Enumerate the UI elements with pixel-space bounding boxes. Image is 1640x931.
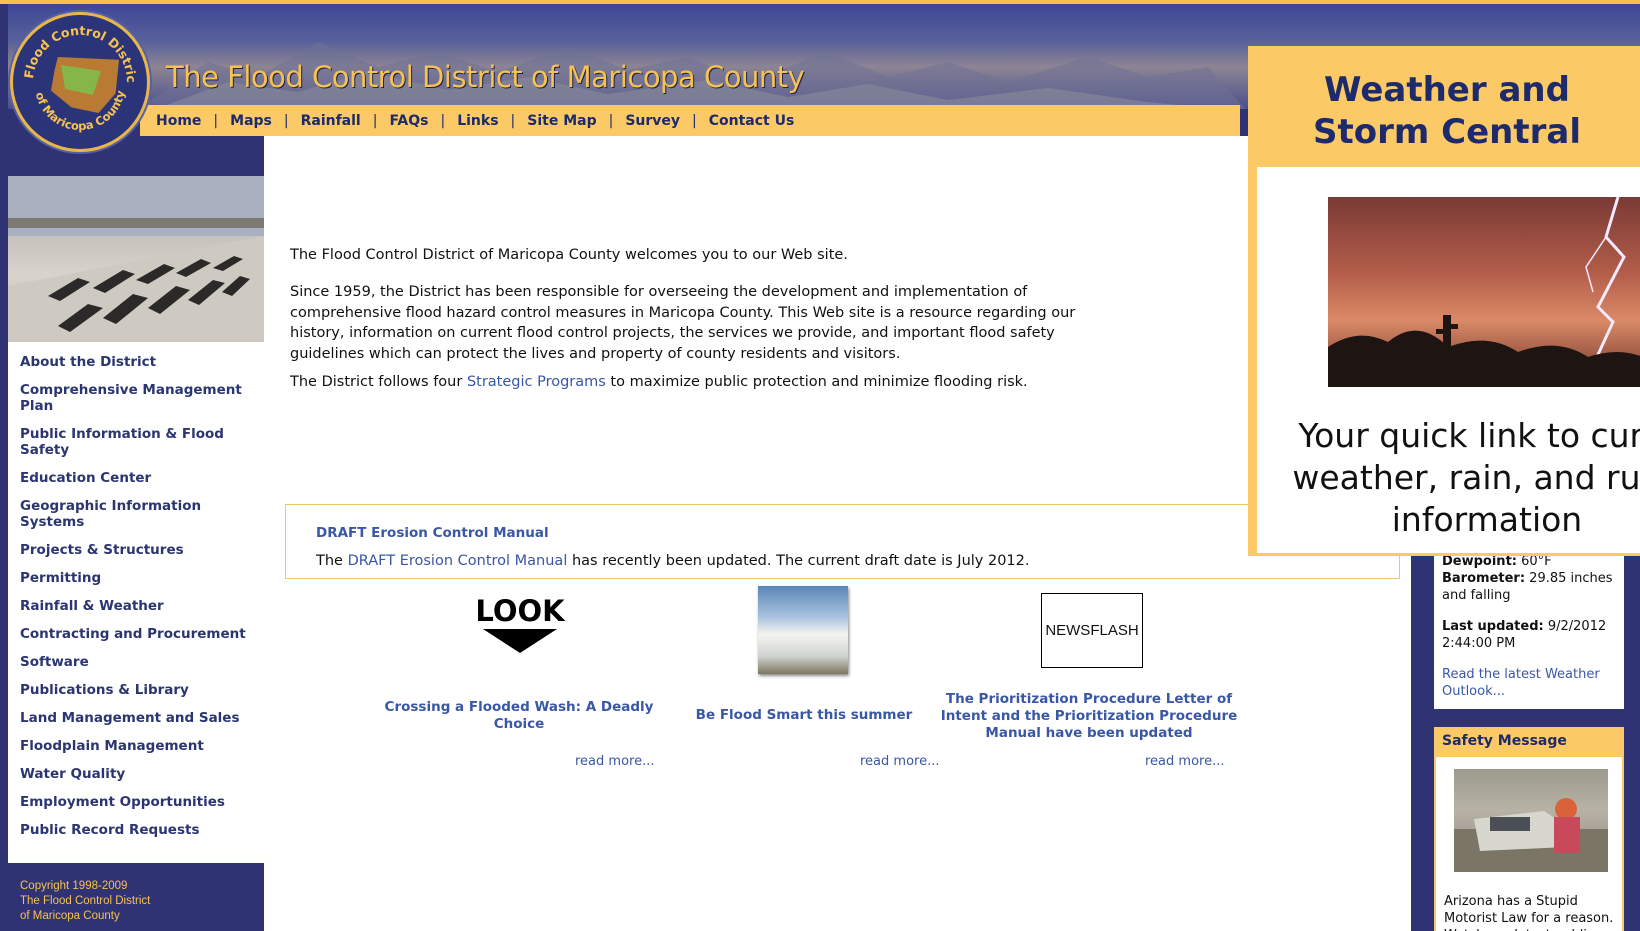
dewpoint-label: Dewpoint: bbox=[1442, 554, 1517, 569]
draft-text: The DRAFT Erosion Control Manual has rec… bbox=[316, 553, 1029, 569]
copyright-line: The Flood Control District bbox=[20, 895, 151, 907]
sidebar-item-education[interactable]: Education Center bbox=[20, 470, 256, 486]
copyright-text: Copyright 1998-2009 The Flood Control Di… bbox=[20, 879, 150, 924]
look-sign-icon[interactable]: LOOK bbox=[465, 591, 575, 671]
draft-text-before: The bbox=[316, 553, 348, 569]
safety-message-heading: Safety Message bbox=[1434, 727, 1624, 757]
sidebar-item-gis[interactable]: Geographic Information Systems bbox=[20, 498, 256, 530]
programs-text-before: The District follows four bbox=[290, 374, 467, 390]
programs-text: The District follows four Strategic Prog… bbox=[290, 372, 1190, 393]
barometer-label: Barometer: bbox=[1442, 571, 1526, 586]
popup-caption-line: information bbox=[1391, 500, 1583, 539]
weather-panel: Dewpoint: 60°F Barometer: 29.85 inches a… bbox=[1434, 544, 1624, 709]
nav-site-map[interactable]: Site Map bbox=[527, 113, 596, 129]
sidebar-photo bbox=[8, 176, 264, 342]
read-more-link[interactable]: read more... bbox=[860, 754, 939, 769]
sidebar-item-permitting[interactable]: Permitting bbox=[20, 570, 256, 586]
copyright-line: of Maricopa County bbox=[20, 910, 120, 922]
barometer-row: Barometer: 29.85 inches and falling bbox=[1442, 570, 1620, 604]
strategic-programs-link[interactable]: Strategic Programs bbox=[467, 374, 606, 390]
top-nav: Home | Maps | Rainfall | FAQs | Links | … bbox=[140, 105, 1240, 136]
nav-rainfall[interactable]: Rainfall bbox=[301, 113, 361, 129]
nav-survey[interactable]: Survey bbox=[625, 113, 680, 129]
read-more-link[interactable]: read more... bbox=[1145, 754, 1224, 769]
nav-faqs[interactable]: FAQs bbox=[389, 113, 428, 129]
nav-contact-us[interactable]: Contact Us bbox=[709, 113, 795, 129]
safety-message-panel: Arizona has a Stupid Motorist Law for a … bbox=[1434, 757, 1624, 931]
draft-manual-link[interactable]: DRAFT Erosion Control Manual bbox=[348, 553, 568, 569]
sidebar-item-software[interactable]: Software bbox=[20, 654, 256, 670]
feature-flooded-wash: LOOK Crossing a Flooded Wash: A Deadly C… bbox=[369, 586, 669, 786]
last-updated-row: Last updated: 9/2/2012 2:44:00 PM bbox=[1442, 618, 1620, 652]
district-logo[interactable]: Flood Control District of Maricopa Count… bbox=[10, 12, 150, 152]
nav-separator: | bbox=[608, 112, 614, 129]
sidebar-item-public-information[interactable]: Public Information & Flood Safety bbox=[20, 426, 256, 458]
safety-message-text: Arizona has a Stupid Motorist Law for a … bbox=[1444, 894, 1614, 931]
welcome-text: The Flood Control District of Maricopa C… bbox=[290, 247, 848, 263]
programs-text-after: to maximize public protection and minimi… bbox=[605, 374, 1028, 390]
nav-links[interactable]: Links bbox=[457, 113, 498, 129]
feature-flood-smart: Be Flood Smart this summer read more... bbox=[654, 586, 954, 786]
popup-caption: Your quick link to curre weather, rain, … bbox=[1287, 415, 1640, 541]
feature-prioritization: NEWSFLASH The Prioritization Procedure L… bbox=[939, 586, 1239, 786]
spillway-photo-graphic bbox=[8, 176, 264, 342]
dewpoint-value: 60°F bbox=[1521, 554, 1552, 569]
newsflash-icon[interactable]: NEWSFLASH bbox=[1041, 593, 1143, 668]
read-more-link[interactable]: read more... bbox=[575, 754, 654, 769]
nav-separator: | bbox=[213, 112, 219, 129]
sidebar-item-public-records[interactable]: Public Record Requests bbox=[20, 822, 256, 838]
nav-separator: | bbox=[692, 112, 697, 129]
sidebar-item-water-quality[interactable]: Water Quality bbox=[20, 766, 256, 782]
main-content: The Flood Control District of Maricopa C… bbox=[264, 136, 1411, 931]
nav-maps[interactable]: Maps bbox=[230, 113, 272, 129]
feature-title-prioritization[interactable]: The Prioritization Procedure Letter of I… bbox=[939, 691, 1239, 742]
lightning-storm-graphic bbox=[1328, 197, 1640, 387]
sidebar-item-about[interactable]: About the District bbox=[20, 354, 256, 370]
nav-separator: | bbox=[510, 112, 516, 129]
sidebar-item-floodplain[interactable]: Floodplain Management bbox=[20, 738, 256, 754]
popup-caption-line: weather, rain, and runo bbox=[1292, 458, 1640, 497]
page-frame: The Flood Control District of Maricopa C… bbox=[0, 0, 1640, 931]
sidebar-item-publications[interactable]: Publications & Library bbox=[20, 682, 256, 698]
popup-title-line: Weather and bbox=[1324, 70, 1570, 110]
history-text: Since 1959, the District has been respon… bbox=[290, 284, 1076, 362]
lightning-photo[interactable] bbox=[1328, 197, 1640, 387]
draft-announcement-box: DRAFT Erosion Control Manual The DRAFT E… bbox=[285, 504, 1400, 579]
draft-text-after: has recently been updated. The current d… bbox=[567, 553, 1030, 569]
popup-body: Your quick link to curre weather, rain, … bbox=[1257, 167, 1640, 553]
sidebar-item-land-management[interactable]: Land Management and Sales bbox=[20, 710, 256, 726]
sidebar-item-projects[interactable]: Projects & Structures bbox=[20, 542, 256, 558]
weather-outlook-link[interactable]: Read the latest Weather Outlook... bbox=[1442, 666, 1620, 700]
sidebar-item-contracting[interactable]: Contracting and Procurement bbox=[20, 626, 256, 642]
nav-separator: | bbox=[440, 112, 446, 129]
popup-title-line: Storm Central bbox=[1313, 112, 1581, 152]
sidebar-item-employment[interactable]: Employment Opportunities bbox=[20, 794, 256, 810]
sidebar-item-comprehensive-plan[interactable]: Comprehensive Management Plan bbox=[20, 382, 256, 414]
stranded-vehicle-photo-graphic bbox=[1454, 798, 1608, 872]
nav-separator: | bbox=[372, 112, 378, 129]
last-updated-label: Last updated: bbox=[1442, 619, 1544, 634]
svg-text:LOOK: LOOK bbox=[475, 594, 566, 628]
sidebar-menu: About the District Comprehensive Managem… bbox=[8, 342, 264, 863]
nav-home[interactable]: Home bbox=[156, 113, 201, 129]
feature-title-flood-smart[interactable]: Be Flood Smart this summer bbox=[654, 707, 954, 724]
sidebar-item-rainfall[interactable]: Rainfall & Weather bbox=[20, 598, 256, 614]
site-title[interactable]: The Flood Control District of Maricopa C… bbox=[166, 60, 805, 94]
nav-separator: | bbox=[283, 112, 289, 129]
feature-title-flooded-wash[interactable]: Crossing a Flooded Wash: A Deadly Choice bbox=[369, 699, 669, 733]
copyright-line: Copyright 1998-2009 bbox=[20, 880, 128, 892]
popup-caption-line: Your quick link to curre bbox=[1298, 416, 1640, 455]
popup-title: Weather and Storm Central bbox=[1251, 69, 1640, 153]
storm-central-popup[interactable]: Weather and Storm Central Your quick lin… bbox=[1248, 46, 1640, 556]
cloud-photo-icon[interactable] bbox=[758, 586, 848, 674]
draft-title-link[interactable]: DRAFT Erosion Control Manual bbox=[316, 525, 549, 541]
safety-photo[interactable] bbox=[1454, 769, 1608, 872]
